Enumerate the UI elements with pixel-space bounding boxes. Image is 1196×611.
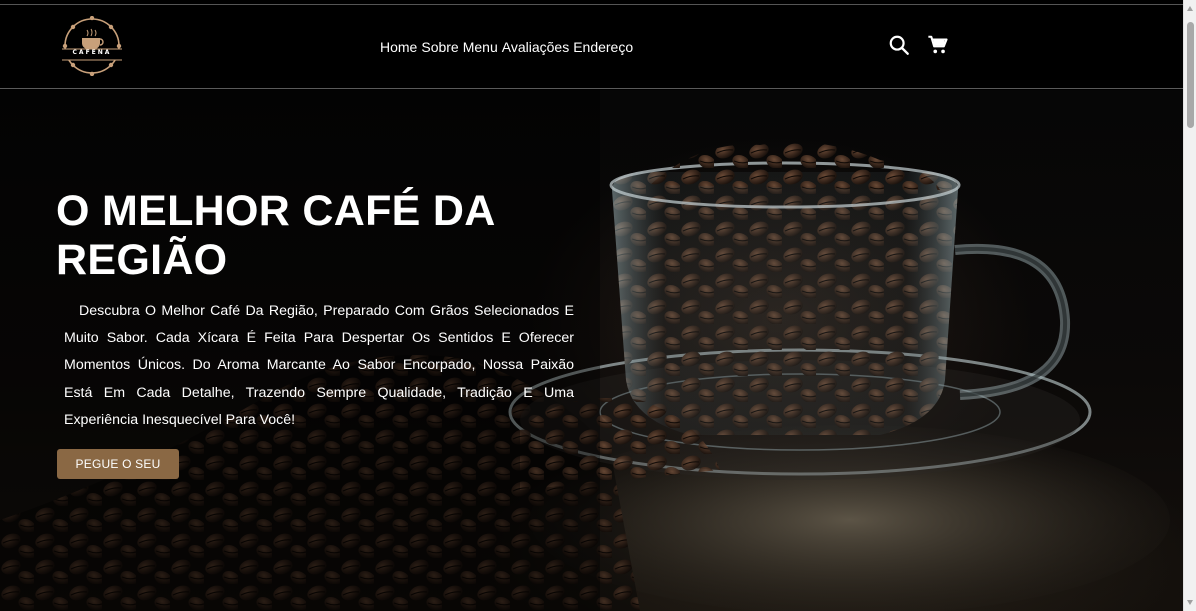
- logo-text: CAFENA: [72, 49, 112, 56]
- logo-emblem-icon: [59, 15, 125, 77]
- pegue-o-seu-button[interactable]: PEGUE O SEU: [57, 449, 179, 479]
- header-actions: [888, 34, 949, 56]
- nav-avaliacoes[interactable]: Avaliações: [502, 39, 569, 55]
- main-nav: Home Sobre Menu Avaliações Endereço: [380, 38, 633, 56]
- nav-home[interactable]: Home: [380, 39, 417, 55]
- scroll-up-arrow-icon[interactable]: [1187, 6, 1193, 11]
- scroll-down-arrow-icon[interactable]: [1187, 600, 1193, 605]
- search-icon[interactable]: [888, 34, 910, 56]
- cafena-logo[interactable]: CAFENA: [56, 15, 128, 77]
- scroll-thumb[interactable]: [1187, 22, 1194, 128]
- hero-section: O MELHOR CAFÉ DA REGIÃO Descubra O Melho…: [0, 90, 1183, 611]
- nav-menu[interactable]: Menu: [463, 39, 498, 55]
- nav-sobre[interactable]: Sobre: [421, 39, 458, 55]
- cart-icon[interactable]: [927, 34, 949, 56]
- hero-title: O MELHOR CAFÉ DA REGIÃO: [56, 187, 494, 284]
- hero-description: Descubra O Melhor Café Da Região, Prepar…: [64, 303, 574, 428]
- site-header: CAFENA Home Sobre Menu Avaliações Endere…: [0, 5, 1183, 89]
- page-scrollbar[interactable]: [1183, 0, 1196, 611]
- nav-endereco[interactable]: Endereço: [573, 39, 633, 55]
